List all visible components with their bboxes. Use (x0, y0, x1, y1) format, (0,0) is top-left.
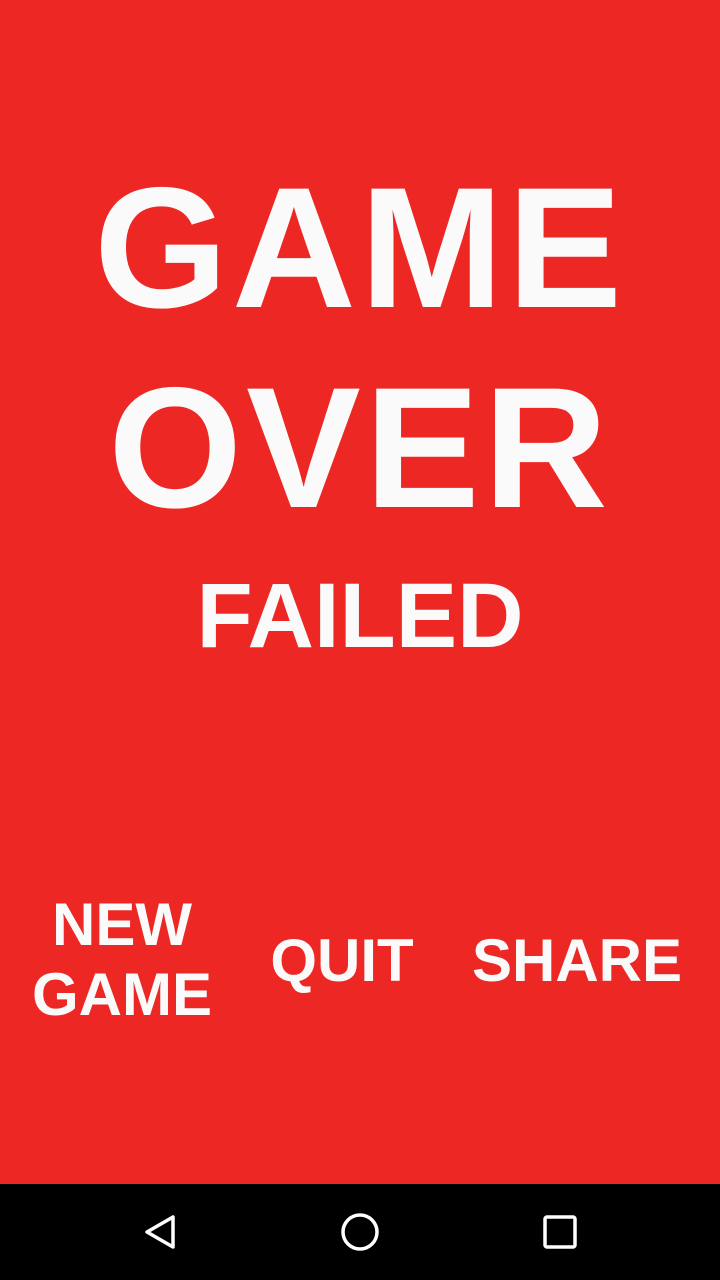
title-line-2: OVER (108, 352, 612, 544)
new-game-label-line-1: NEW (52, 891, 192, 958)
home-icon (341, 1213, 379, 1251)
share-button[interactable]: SHARE (470, 925, 684, 997)
quit-button[interactable]: QUIT (262, 925, 422, 997)
home-button[interactable] (324, 1196, 396, 1268)
game-over-screen: GAME OVER FAILED NEW GAME QUIT SHARE (0, 0, 720, 1184)
status-text: FAILED (196, 565, 524, 667)
screen: GAME OVER FAILED NEW GAME QUIT SHARE (0, 0, 720, 1280)
recent-apps-icon (543, 1215, 577, 1249)
new-game-button[interactable]: NEW GAME (20, 888, 224, 1032)
title-line-1: GAME (94, 152, 626, 344)
navigation-bar (0, 1184, 720, 1280)
recent-apps-button[interactable] (524, 1196, 596, 1268)
back-icon (145, 1215, 175, 1249)
back-button[interactable] (124, 1196, 196, 1268)
new-game-label-line-2: GAME (32, 961, 212, 1028)
